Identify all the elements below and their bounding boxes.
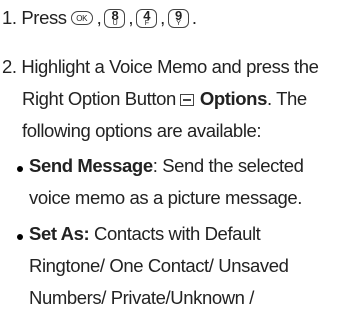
step-2-line-1: 2. Highlight a Voice Memo and press the xyxy=(2,56,319,77)
option-line: Ringtone/ One Contact/ Unsaved xyxy=(29,255,289,276)
step-2-line-2: Right Option Button Options. The xyxy=(22,88,307,109)
bullet-icon xyxy=(17,166,23,172)
option-label: Send Message xyxy=(29,155,153,176)
option-line: Send Message: Send the selected xyxy=(29,155,304,176)
option-send-message: Send Message: Send the selected voice me… xyxy=(29,150,304,214)
option-line: Numbers/ Private/Unknown / xyxy=(29,287,255,308)
bullet-icon xyxy=(17,234,23,240)
option-label: Set As: xyxy=(29,223,90,244)
options-label: Options xyxy=(199,88,267,109)
step-1: 1. Press OK, 8U, 4F, 9Y. xyxy=(2,2,197,34)
step-2: 2. Highlight a Voice Memo and press the … xyxy=(2,51,319,147)
option-line: voice memo as a picture message. xyxy=(29,187,303,208)
key-4-icon: 4F xyxy=(136,8,158,28)
key-8-icon: 8U xyxy=(104,8,126,28)
key-9-icon: 9Y xyxy=(167,8,189,28)
option-line: Set As: Contacts with Default xyxy=(29,223,261,244)
step-2-line-3: following options are available: xyxy=(22,120,262,141)
right-option-key-icon xyxy=(179,94,194,107)
ok-key-icon: OK xyxy=(70,11,93,25)
step-1-text: 1. Press xyxy=(2,7,67,28)
option-set-as: Set As: Contacts with Default Ringtone/ … xyxy=(29,218,289,314)
